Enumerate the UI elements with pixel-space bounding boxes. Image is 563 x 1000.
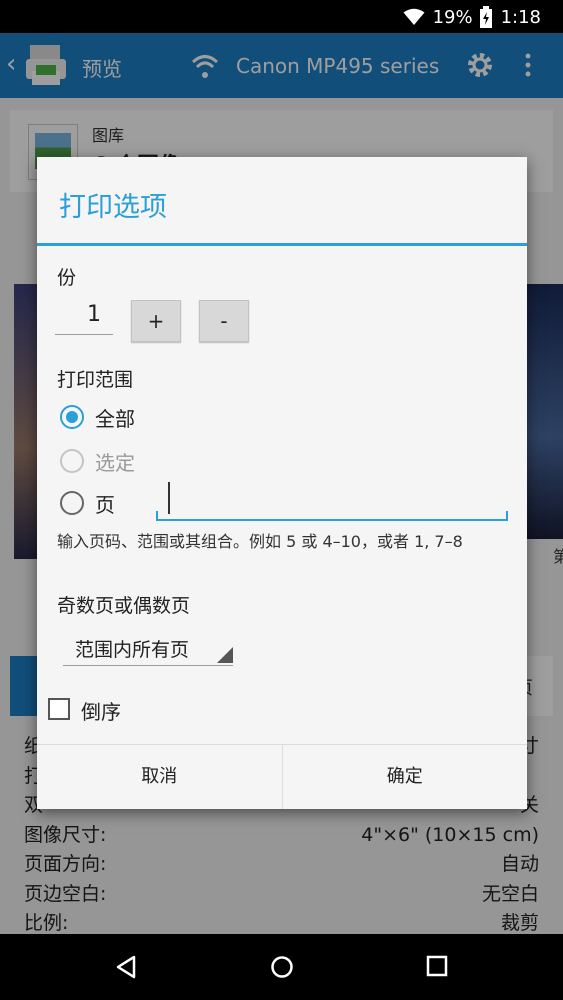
recents-nav-icon[interactable] [426, 955, 448, 977]
reverse-order-checkbox[interactable] [48, 698, 70, 720]
status-bar: 19% 1:18 [0, 0, 563, 33]
increase-copies-button[interactable]: + [131, 300, 181, 342]
copies-field[interactable]: 1 [55, 297, 113, 335]
battery-charging-icon [479, 6, 492, 28]
dialog-title: 打印选项 [59, 192, 167, 223]
ok-button[interactable]: 确定 [281, 745, 528, 809]
back-nav-icon[interactable] [115, 955, 137, 979]
decrease-copies-button[interactable]: - [199, 300, 249, 342]
radio-pages-label[interactable]: 页 [95, 489, 115, 518]
radio-selection [60, 449, 84, 473]
clock: 1:18 [500, 6, 541, 28]
dropdown-triangle-icon [217, 647, 233, 663]
battery-percent: 19% [432, 6, 473, 28]
title-divider [37, 243, 527, 246]
navigation-bar [0, 934, 563, 1000]
wifi-icon [403, 8, 425, 25]
odd-even-label: 奇数页或偶数页 [57, 595, 191, 617]
reverse-order-label[interactable]: 倒序 [81, 696, 121, 725]
page-range-hint: 输入页码、范围或其组合。例如 5 或 4–10，或者 1, 7–8 [57, 532, 463, 551]
radio-selection-label: 选定 [95, 451, 135, 475]
radio-all[interactable] [60, 405, 84, 429]
odd-even-value: 范围内所有页 [75, 639, 190, 661]
copies-label: 份 [57, 267, 77, 289]
odd-even-dropdown[interactable]: 范围内所有页 [63, 630, 233, 666]
text-caret [168, 482, 170, 514]
print-range-label: 打印范围 [57, 369, 134, 391]
dialog-actions: 取消 确定 [37, 744, 527, 809]
cancel-button[interactable]: 取消 [37, 745, 282, 809]
print-options-dialog: 打印选项 份 1 + - 打印范围 全部 选定 页 输入页码、范围或其组合。例如… [37, 157, 527, 809]
home-nav-icon[interactable] [270, 955, 294, 979]
radio-all-label[interactable]: 全部 [95, 403, 135, 432]
radio-pages[interactable] [60, 491, 84, 515]
page-range-input[interactable] [156, 479, 508, 521]
